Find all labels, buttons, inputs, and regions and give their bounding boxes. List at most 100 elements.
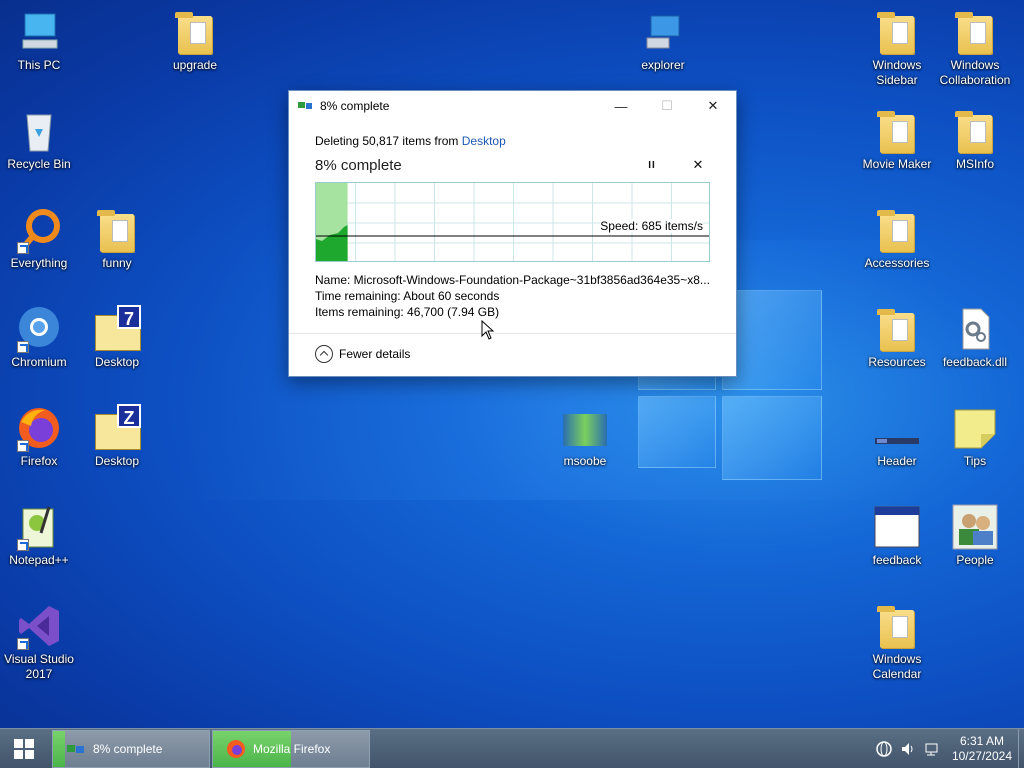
folder-icon: [873, 602, 921, 650]
chromium-icon: [15, 305, 63, 353]
desktop-icon-desktop-7z[interactable]: 7 Desktop: [78, 305, 156, 370]
desktop-icon-accessories[interactable]: Accessories: [858, 206, 936, 271]
desktop-icon-label: Desktop: [94, 355, 140, 369]
desktop-icon-everything[interactable]: Everything: [0, 206, 78, 271]
volume-icon[interactable]: [900, 741, 916, 757]
dll-file-icon: [951, 305, 999, 353]
desktop-icon-label: People: [956, 553, 994, 567]
operation-description: Deleting 50,817 items from Desktop: [315, 134, 710, 148]
desktop-icon-windows-sidebar[interactable]: Windows Sidebar: [858, 8, 936, 88]
taskbar-item-firefox[interactable]: Mozilla Firefox: [212, 730, 370, 768]
explorer-icon: [639, 8, 687, 56]
network-wired-icon[interactable]: [924, 741, 940, 757]
desktop-icon-notepadpp[interactable]: Notepad++: [0, 503, 78, 568]
mouse-cursor-icon: [481, 320, 495, 340]
delete-progress-dialog: 8% complete — ☐ ✕ Deleting 50,817 items …: [288, 90, 737, 377]
source-folder-link[interactable]: Desktop: [462, 134, 506, 148]
desktop-icon-visual-studio[interactable]: Visual Studio 2017: [0, 602, 78, 682]
desktop-icon-label: feedback: [872, 553, 922, 567]
notepadpp-icon: [15, 503, 63, 551]
dialog-titlebar[interactable]: 8% complete — ☐ ✕: [289, 91, 736, 121]
maximize-button: ☐: [661, 98, 673, 113]
taskbar-item-delete-progress[interactable]: 8% complete: [52, 730, 210, 768]
desktop-icon-label: Resources: [868, 355, 926, 369]
desktop-icon-header[interactable]: Header: [858, 404, 936, 469]
zip-folder-7-icon: 7: [93, 305, 141, 353]
notepad-icon: [951, 404, 999, 452]
desktop-icon-label: Desktop: [94, 454, 140, 468]
start-button[interactable]: [0, 729, 48, 768]
desktop-icon-movie-maker[interactable]: Movie Maker: [858, 107, 936, 172]
firefox-icon: [225, 739, 247, 759]
desktop-icon-msinfo[interactable]: MSInfo: [936, 107, 1014, 172]
dialog-divider: [289, 333, 736, 334]
desktop-icon-chromium[interactable]: Chromium: [0, 305, 78, 370]
everything-search-icon: [15, 206, 63, 254]
desktop-icon-tips[interactable]: Tips: [936, 404, 1014, 469]
windows-logo-icon: [14, 739, 34, 759]
operation-prefix: Deleting 50,817 items from: [315, 134, 462, 148]
minimize-button[interactable]: —: [598, 91, 644, 121]
desktop-icon-label: Chromium: [11, 355, 67, 369]
folder-icon: [171, 8, 219, 56]
taskbar-item-label: Mozilla Firefox: [253, 742, 331, 756]
zip-folder-z-icon: Z: [93, 404, 141, 452]
computer-icon: [15, 8, 63, 56]
desktop-icon-feedback[interactable]: feedback: [858, 503, 936, 568]
desktop-icon-label: Header: [877, 454, 917, 468]
folder-icon: [951, 107, 999, 155]
speed-label: Speed: 685 items/s: [600, 219, 703, 233]
current-item-name: Name: Microsoft-Windows-Foundation-Packa…: [315, 273, 710, 287]
desktop-icon-desktop-zip[interactable]: Z Desktop: [78, 404, 156, 469]
stop-button[interactable]: ✕: [686, 154, 710, 176]
desktop-icon-label: Movie Maker: [862, 157, 932, 171]
percent-complete-heading: 8% complete: [315, 156, 402, 174]
taskbar-progress-fill: [53, 731, 66, 767]
desktop-icon-resources[interactable]: Resources: [858, 305, 936, 370]
desktop-icon-label: Windows Sidebar: [872, 58, 922, 87]
shortcut-arrow-icon: [17, 242, 29, 254]
chevron-up-circle-icon: [315, 345, 333, 363]
desktop-icon-label: Windows Collaboration: [939, 58, 1011, 87]
window-app-icon: [873, 503, 921, 551]
desktop-icon-windows-collaboration[interactable]: Windows Collaboration: [936, 8, 1014, 88]
network-globe-icon[interactable]: [876, 741, 892, 757]
people-icon: [951, 503, 999, 551]
desktop-icon-feedback-dll[interactable]: feedback.dll: [936, 305, 1014, 370]
desktop-icon-label: feedback.dll: [942, 355, 1008, 369]
image-icon: [561, 404, 609, 452]
desktop-icon-recycle-bin[interactable]: Recycle Bin: [0, 107, 78, 172]
desktop-icon-windows-calendar[interactable]: Windows Calendar: [858, 602, 936, 682]
desktop-icon-firefox[interactable]: Firefox: [0, 404, 78, 469]
desktop-icon-upgrade[interactable]: upgrade: [156, 8, 234, 73]
pause-button[interactable]: II: [640, 154, 664, 176]
shortcut-arrow-icon: [17, 440, 29, 452]
desktop-icon-label: Visual Studio 2017: [4, 652, 74, 681]
desktop-icon-label: upgrade: [172, 58, 218, 72]
show-desktop-button[interactable]: [1018, 729, 1024, 768]
shortcut-arrow-icon: [17, 539, 29, 551]
desktop-icon-label: Notepad++: [9, 553, 69, 567]
shortcut-arrow-icon: [17, 638, 29, 650]
shortcut-arrow-icon: [17, 341, 29, 353]
desktop-icon-label: Everything: [10, 256, 68, 270]
fewer-details-label: Fewer details: [339, 347, 411, 361]
desktop-icon-label: explorer: [641, 58, 685, 72]
desktop-icon-explorer[interactable]: explorer: [624, 8, 702, 73]
visual-studio-icon: [15, 602, 63, 650]
time-remaining: Time remaining: About 60 seconds: [315, 289, 500, 303]
desktop-icon-label: Recycle Bin: [7, 157, 71, 171]
progress-details: Name: Microsoft-Windows-Foundation-Packa…: [315, 272, 710, 320]
desktop-icon-label: Tips: [963, 454, 987, 468]
desktop-icon-people[interactable]: People: [936, 503, 1014, 568]
desktop-icon-label: This PC: [17, 58, 61, 72]
copy-progress-icon: [298, 100, 314, 112]
speed-graph: Speed: 685 items/s: [315, 182, 710, 262]
fewer-details-button[interactable]: Fewer details: [315, 345, 410, 363]
desktop-icon-funny[interactable]: funny: [78, 206, 156, 271]
clock[interactable]: 6:31 AM 10/27/2024: [952, 734, 1012, 764]
close-button[interactable]: ✕: [690, 91, 736, 121]
desktop-icon-msoobe[interactable]: msoobe: [546, 404, 624, 469]
folder-icon: [873, 107, 921, 155]
desktop-icon-this-pc[interactable]: This PC: [0, 8, 78, 73]
